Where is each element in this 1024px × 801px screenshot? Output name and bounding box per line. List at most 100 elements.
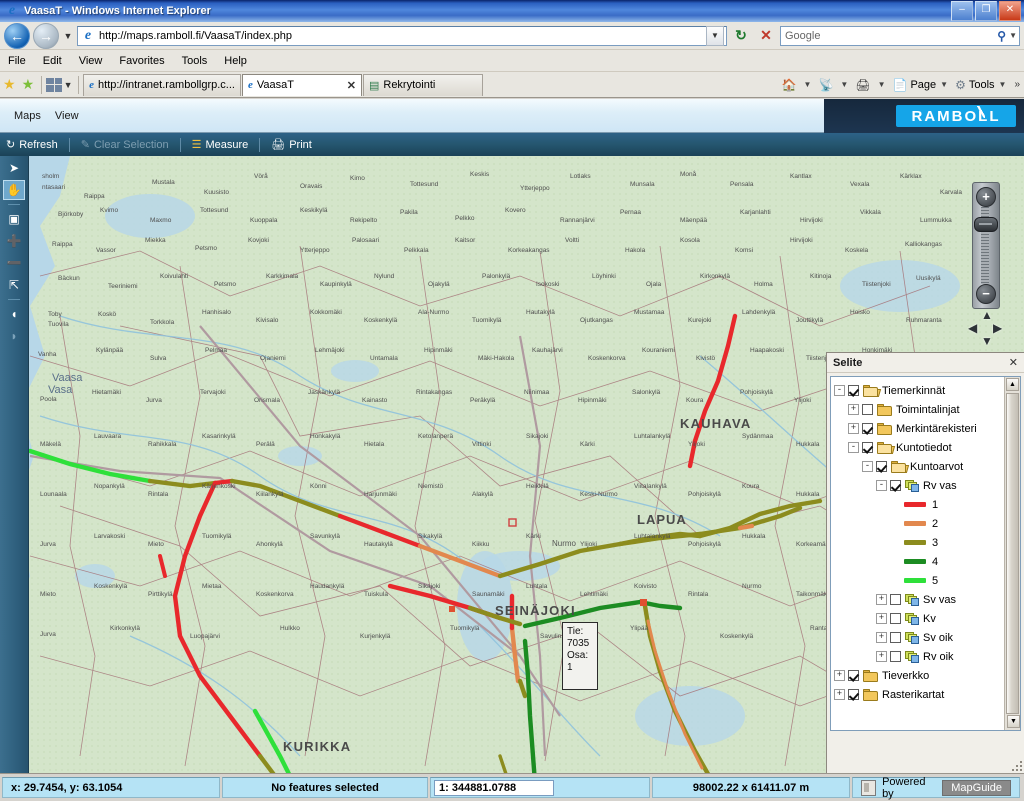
url-bar[interactable]: e http://maps.ramboll.fi/VaasaT/index.ph… bbox=[77, 25, 727, 46]
chevron-down-icon[interactable]: ▼ bbox=[840, 80, 848, 89]
scale-input[interactable]: 1: 344881.0788 bbox=[434, 779, 554, 796]
legend-node[interactable]: - Tiemerkinnät bbox=[834, 381, 1018, 400]
app-menu-maps[interactable]: Maps bbox=[14, 110, 41, 122]
legend-node[interactable]: + Tieverkko bbox=[834, 666, 1018, 685]
quick-tabs-icon[interactable] bbox=[46, 77, 63, 92]
expand-icon[interactable]: + bbox=[876, 651, 887, 662]
zoom-in-tool-button[interactable]: ➕ bbox=[3, 231, 25, 251]
legend-node[interactable]: 2 bbox=[834, 514, 1018, 533]
legend-resize-grip[interactable] bbox=[1010, 759, 1022, 771]
pan-down-button[interactable]: ▼ bbox=[981, 334, 993, 348]
layer-checkbox[interactable] bbox=[848, 385, 859, 396]
legend-node[interactable]: + Sv oik bbox=[834, 628, 1018, 647]
pan-left-button[interactable]: ◀ bbox=[968, 321, 977, 335]
zoom-slider[interactable]: + − bbox=[972, 182, 1000, 309]
app-menu-view[interactable]: View bbox=[55, 110, 79, 122]
zoom-in-button[interactable]: + bbox=[976, 187, 996, 207]
layer-checkbox[interactable] bbox=[848, 689, 859, 700]
chevron-down-icon[interactable]: ▼ bbox=[878, 80, 886, 89]
close-icon[interactable]: ✕ bbox=[1009, 356, 1018, 369]
zoom-extent-tool-button[interactable]: ⇱ bbox=[3, 275, 25, 295]
expand-icon[interactable]: + bbox=[848, 404, 859, 415]
zoom-out-tool-button[interactable]: ➖ bbox=[3, 253, 25, 273]
menu-file[interactable]: File bbox=[8, 55, 26, 67]
legend-node[interactable]: + Kv bbox=[834, 609, 1018, 628]
legend-tree-container[interactable]: - Tiemerkinnät + Toimintalinjat + Merkintärek… bbox=[830, 376, 1021, 731]
legend-node[interactable]: - Kuntoarvot bbox=[834, 457, 1018, 476]
legend-node[interactable]: + Toimintalinjat bbox=[834, 400, 1018, 419]
search-input[interactable]: Google bbox=[783, 30, 997, 42]
feeds-button[interactable]: 📡 bbox=[816, 78, 838, 92]
layer-checkbox[interactable] bbox=[890, 632, 901, 643]
back-button[interactable]: ← bbox=[4, 22, 30, 49]
menu-view[interactable]: View bbox=[79, 55, 103, 67]
expand-icon[interactable]: + bbox=[834, 670, 845, 681]
legend-node[interactable]: 4 bbox=[834, 552, 1018, 571]
expand-icon[interactable]: + bbox=[848, 423, 859, 434]
layer-checkbox[interactable] bbox=[890, 651, 901, 662]
collapse-icon[interactable]: - bbox=[848, 442, 859, 453]
close-icon[interactable]: ✕ bbox=[347, 79, 356, 92]
tab-vaasat[interactable]: e VaasaT ✕ bbox=[241, 73, 362, 96]
menu-tools[interactable]: Tools bbox=[182, 55, 208, 67]
tab-list-caret-icon[interactable]: ▼ bbox=[62, 80, 74, 90]
search-icon[interactable]: ⚲ bbox=[997, 29, 1006, 43]
legend-node[interactable]: - Rv vas bbox=[834, 476, 1018, 495]
refresh-button[interactable]: ↻ Refresh bbox=[0, 138, 64, 152]
legend-node[interactable]: + Rv oik bbox=[834, 647, 1018, 666]
legend-node[interactable]: 3 bbox=[834, 533, 1018, 552]
pan-compass[interactable]: ▲ ▼ ◀ ▶ bbox=[968, 308, 1004, 348]
select-tool-button[interactable]: ➤ bbox=[3, 158, 25, 178]
overflow-chevron-icon[interactable]: » bbox=[1014, 79, 1020, 90]
legend-node[interactable]: + Merkintärekisteri bbox=[834, 419, 1018, 438]
layer-checkbox[interactable] bbox=[890, 594, 901, 605]
zoom-out-button[interactable]: − bbox=[976, 284, 996, 304]
tools-menu-button[interactable]: ⚙ Tools bbox=[953, 78, 996, 92]
expand-icon[interactable]: + bbox=[834, 689, 845, 700]
refresh-icon[interactable]: ↻ bbox=[730, 25, 752, 47]
chevron-down-icon[interactable]: ▼ bbox=[999, 80, 1007, 89]
history-dropdown-icon[interactable]: ▼ bbox=[62, 31, 74, 41]
collapse-icon[interactable]: - bbox=[876, 480, 887, 491]
chevron-down-icon[interactable]: ▼ bbox=[940, 80, 948, 89]
home-button[interactable]: 🏠 bbox=[780, 78, 802, 92]
menu-favorites[interactable]: Favorites bbox=[119, 55, 164, 67]
legend-scroll-thumb[interactable] bbox=[1006, 393, 1019, 714]
legend-node[interactable]: - Kuntotiedot bbox=[834, 438, 1018, 457]
layer-checkbox[interactable] bbox=[862, 404, 873, 415]
legend-node[interactable]: + Rasterikartat bbox=[834, 685, 1018, 704]
next-view-tool-button[interactable]: ◗ bbox=[3, 326, 25, 346]
page-menu-button[interactable]: 📄 Page bbox=[890, 78, 938, 92]
maximize-button[interactable]: ❐ bbox=[975, 1, 997, 21]
legend-scrollbar[interactable]: ▲ ▼ bbox=[1004, 377, 1020, 730]
layer-checkbox[interactable] bbox=[890, 480, 901, 491]
tab-intranet[interactable]: e http://intranet.rambollgrp.c... bbox=[83, 73, 241, 96]
layer-checkbox[interactable] bbox=[862, 442, 873, 453]
measure-button[interactable]: ☰ Measure bbox=[186, 138, 255, 152]
zoom-slider-thumb[interactable] bbox=[974, 217, 998, 232]
scroll-up-icon[interactable]: ▲ bbox=[1006, 378, 1019, 391]
expand-icon[interactable]: + bbox=[876, 594, 887, 605]
star-plus-icon[interactable]: ★ bbox=[22, 76, 35, 93]
layer-checkbox[interactable] bbox=[848, 670, 859, 681]
chevron-down-icon[interactable]: ▼ bbox=[804, 80, 812, 89]
minimize-button[interactable]: – bbox=[951, 1, 973, 21]
stop-icon[interactable]: ✕ bbox=[755, 25, 777, 47]
pan-up-button[interactable]: ▲ bbox=[981, 308, 993, 322]
layer-checkbox[interactable] bbox=[876, 461, 887, 472]
legend-node[interactable]: 1 bbox=[834, 495, 1018, 514]
expand-icon[interactable]: + bbox=[876, 632, 887, 643]
tab-rekrytointi[interactable]: ▤ Rekrytointi bbox=[362, 73, 483, 96]
url-dropdown-icon[interactable]: ▼ bbox=[706, 25, 724, 46]
close-button[interactable]: ✕ bbox=[999, 1, 1021, 21]
pan-right-button[interactable]: ▶ bbox=[993, 321, 1002, 335]
collapse-icon[interactable]: - bbox=[862, 461, 873, 472]
menu-help[interactable]: Help bbox=[224, 55, 247, 67]
star-icon[interactable]: ★ bbox=[3, 76, 16, 93]
zoom-rect-tool-button[interactable]: ▣ bbox=[3, 209, 25, 229]
menu-edit[interactable]: Edit bbox=[43, 55, 62, 67]
layer-checkbox[interactable] bbox=[890, 613, 901, 624]
expand-icon[interactable]: + bbox=[876, 613, 887, 624]
legend-node[interactable]: + Sv vas bbox=[834, 590, 1018, 609]
print-button[interactable]: 🖨 bbox=[853, 78, 875, 92]
